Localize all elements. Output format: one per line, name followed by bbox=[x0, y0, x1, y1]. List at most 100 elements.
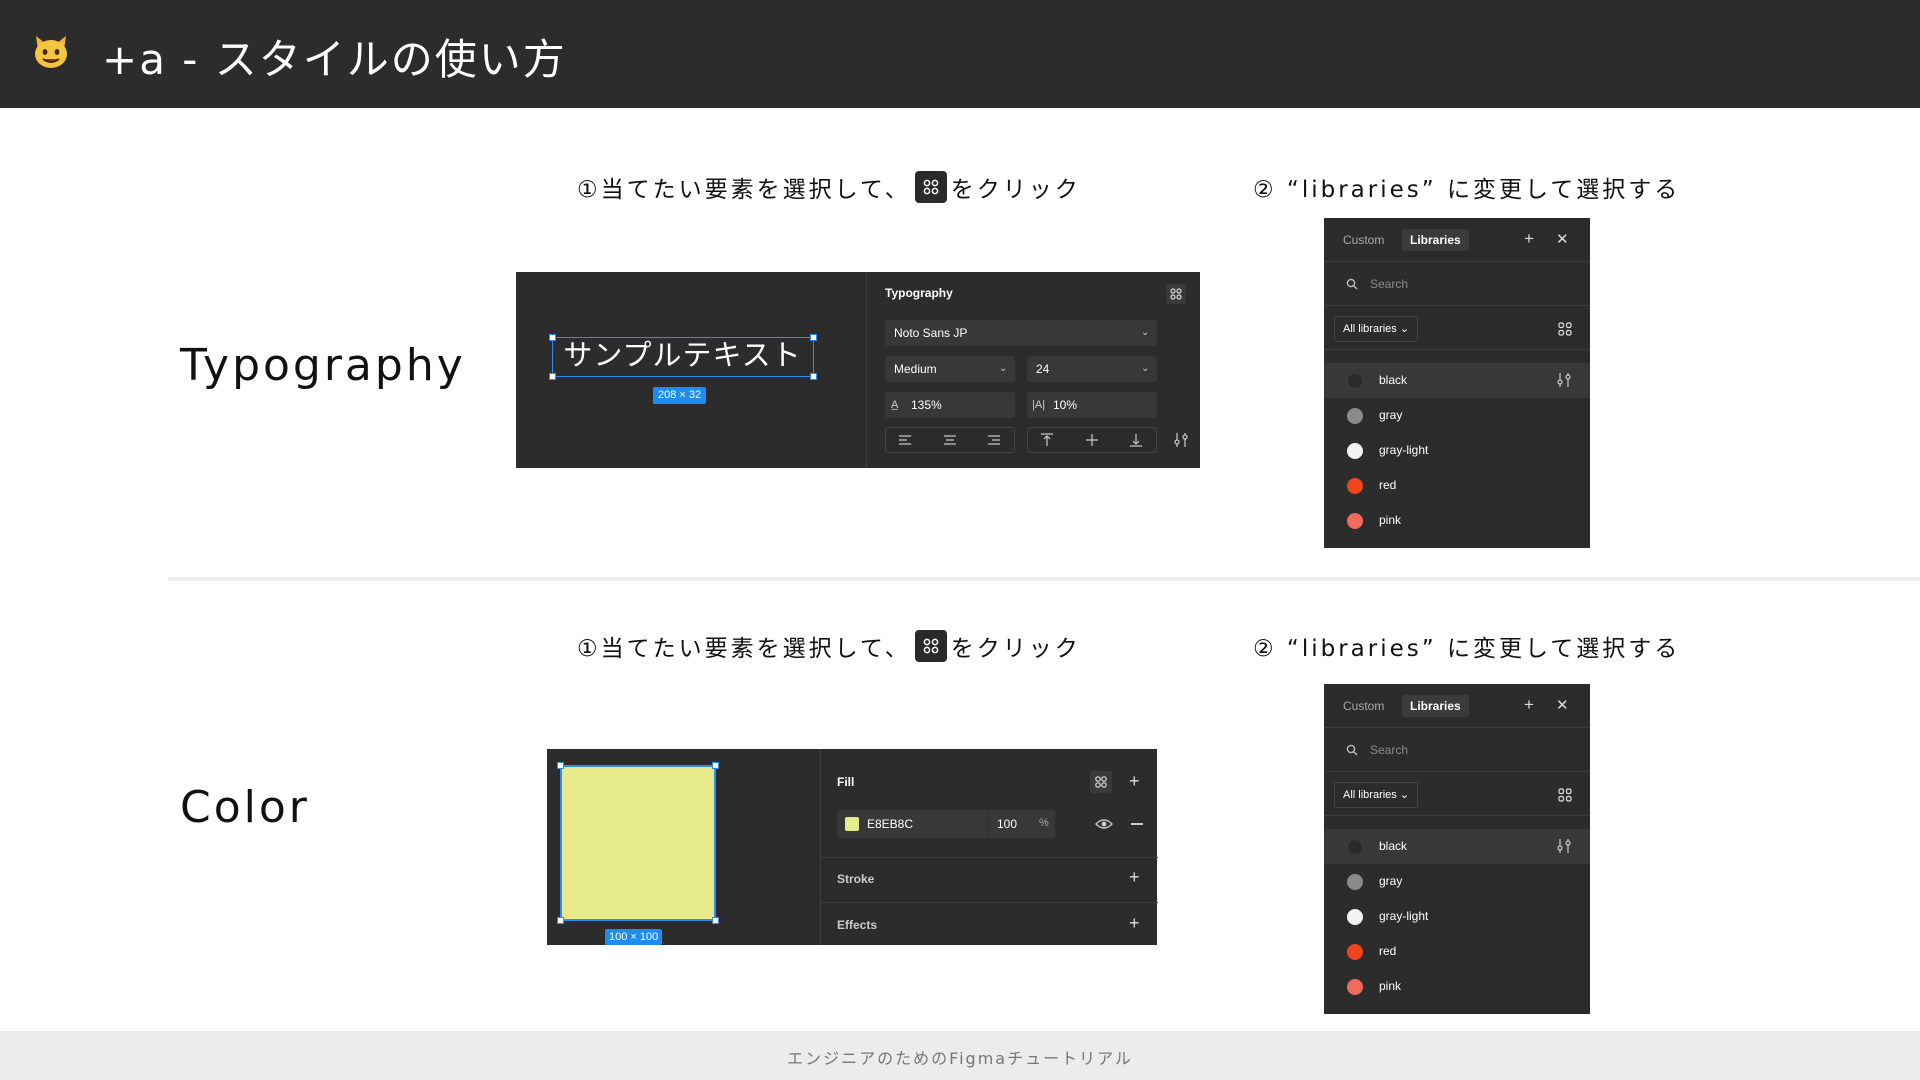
library-search[interactable]: Search bbox=[1324, 728, 1590, 772]
page-title: +a - スタイルの使い方 bbox=[102, 35, 567, 84]
style-item-red[interactable]: red bbox=[1324, 468, 1590, 503]
style-item-red[interactable]: red bbox=[1324, 934, 1590, 969]
style-item-gray[interactable]: gray bbox=[1324, 864, 1590, 899]
align-bottom-icon[interactable] bbox=[1129, 433, 1143, 447]
search-input[interactable]: Search bbox=[1370, 277, 1408, 291]
add-stroke-icon[interactable]: + bbox=[1129, 868, 1140, 886]
color-swatch bbox=[1347, 839, 1363, 855]
header-bar: +a - スタイルの使い方 bbox=[0, 0, 1920, 108]
adjust-style-icon[interactable] bbox=[1556, 372, 1572, 388]
fill-swatch[interactable] bbox=[845, 817, 859, 831]
search-icon bbox=[1346, 744, 1358, 756]
color-swatch bbox=[1347, 874, 1363, 890]
chevron-down-icon: ⌄ bbox=[1141, 363, 1150, 374]
section-label-color: Color bbox=[180, 782, 310, 833]
color-swatch bbox=[1347, 513, 1363, 529]
align-middle-icon[interactable] bbox=[1085, 433, 1099, 447]
style-name: pink bbox=[1379, 979, 1402, 993]
tab-custom[interactable]: Custom bbox=[1335, 695, 1392, 717]
type-settings-icon[interactable] bbox=[1173, 432, 1189, 448]
color-rectangle[interactable] bbox=[557, 762, 719, 924]
resize-handle[interactable] bbox=[549, 373, 556, 380]
style-name: gray bbox=[1379, 874, 1403, 888]
style-item-black[interactable]: black bbox=[1324, 363, 1590, 398]
resize-handle[interactable] bbox=[712, 762, 719, 769]
all-libraries-dropdown[interactable]: All libraries ⌄ bbox=[1334, 782, 1419, 808]
all-libraries-label: All libraries bbox=[1343, 323, 1397, 335]
color-swatch bbox=[1347, 478, 1363, 494]
libraries-panel: Custom Libraries + ✕ Search All librarie… bbox=[1324, 218, 1590, 548]
typography-heading: Typography bbox=[885, 286, 953, 300]
font-weight-select[interactable]: Medium ⌄ bbox=[885, 356, 1015, 382]
step-2-instruction: ② “libraries” に変更して選択する bbox=[1253, 177, 1681, 203]
add-effect-icon[interactable]: + bbox=[1129, 914, 1140, 932]
styles-grid-icon[interactable] bbox=[1090, 771, 1112, 793]
align-center-icon[interactable] bbox=[943, 434, 957, 446]
color-swatch bbox=[1347, 443, 1363, 459]
fill-heading: Fill bbox=[837, 775, 855, 789]
grid-view-icon[interactable] bbox=[1558, 322, 1572, 336]
fill-color-input[interactable]: E8EB8C 100 % bbox=[837, 810, 1055, 838]
resize-handle[interactable] bbox=[810, 373, 817, 380]
letter-spacing-icon: |A| bbox=[1032, 399, 1046, 411]
search-input[interactable]: Search bbox=[1370, 743, 1408, 757]
align-left-icon[interactable] bbox=[898, 434, 912, 446]
fill-properties-panel: Fill + E8EB8C 100 % Stroke + Effects + bbox=[820, 749, 1158, 945]
footer-text: エンジニアのためのFigmaチュートリアル bbox=[787, 1049, 1133, 1068]
line-height-input[interactable]: A̲ 135% bbox=[885, 392, 1015, 418]
tab-libraries[interactable]: Libraries bbox=[1402, 229, 1469, 251]
text-selection-box[interactable]: サンプルテキスト bbox=[549, 334, 817, 380]
tab-custom[interactable]: Custom bbox=[1335, 229, 1392, 251]
style-name: red bbox=[1379, 478, 1397, 492]
fill-opacity-value: 100 bbox=[997, 817, 1018, 831]
tab-bar: Custom Libraries + ✕ bbox=[1324, 684, 1590, 728]
resize-handle[interactable] bbox=[712, 917, 719, 924]
align-top-icon[interactable] bbox=[1040, 433, 1054, 447]
font-size-value: 24 bbox=[1036, 362, 1050, 376]
resize-handle[interactable] bbox=[557, 917, 564, 924]
style-name: red bbox=[1379, 944, 1397, 958]
font-weight-value: Medium bbox=[894, 362, 937, 376]
plus-icon[interactable]: + bbox=[1524, 230, 1534, 247]
divider bbox=[821, 902, 1158, 903]
style-item-gray-light[interactable]: gray-light bbox=[1324, 899, 1590, 934]
color-swatch bbox=[1347, 909, 1363, 925]
style-item-gray-light[interactable]: gray-light bbox=[1324, 433, 1590, 468]
grid-view-icon[interactable] bbox=[1558, 788, 1572, 802]
adjust-style-icon[interactable] bbox=[1556, 838, 1572, 854]
resize-handle[interactable] bbox=[557, 762, 564, 769]
library-search[interactable]: Search bbox=[1324, 262, 1590, 306]
font-family-select[interactable]: Noto Sans JP ⌄ bbox=[885, 320, 1157, 346]
tab-libraries[interactable]: Libraries bbox=[1402, 695, 1469, 717]
chevron-down-icon: ⌄ bbox=[1141, 327, 1150, 338]
slide: +a - スタイルの使い方 Typography ①当てたい要素を選択して、 を… bbox=[0, 0, 1920, 1080]
resize-handle[interactable] bbox=[549, 334, 556, 341]
plus-icon[interactable]: + bbox=[1524, 696, 1534, 713]
step-2-instruction: ② “libraries” に変更して選択する bbox=[1253, 636, 1681, 662]
letter-spacing-input[interactable]: |A| 10% bbox=[1027, 392, 1157, 418]
resize-handle[interactable] bbox=[810, 334, 817, 341]
align-right-icon[interactable] bbox=[987, 434, 1001, 446]
styles-grid-icon[interactable] bbox=[1166, 284, 1186, 304]
typography-properties-panel: Typography Noto Sans JP ⌄ Medium ⌄ 24 ⌄ … bbox=[866, 272, 1200, 468]
color-figma-screenshot: 100 × 100 Fill + E8EB8C 100 % Stroke + E… bbox=[547, 749, 1158, 945]
step-1-instruction: ①当てたい要素を選択して、 をクリック bbox=[577, 170, 1081, 204]
font-size-select[interactable]: 24 ⌄ bbox=[1027, 356, 1157, 382]
style-item-pink[interactable]: pink bbox=[1324, 969, 1590, 1004]
percent-sign: % bbox=[1039, 817, 1049, 829]
style-item-pink[interactable]: pink bbox=[1324, 503, 1590, 538]
chevron-down-icon: ⌄ bbox=[1399, 323, 1410, 335]
step-1-instruction: ①当てたい要素を選択して、 をクリック bbox=[577, 629, 1081, 663]
eye-icon[interactable] bbox=[1095, 817, 1113, 831]
color-swatch bbox=[1347, 373, 1363, 389]
search-icon bbox=[1346, 278, 1358, 290]
close-icon[interactable]: ✕ bbox=[1556, 698, 1569, 713]
section-label-typography: Typography bbox=[180, 340, 466, 391]
canvas-area: サンプルテキスト 208 × 32 bbox=[516, 272, 866, 468]
add-fill-icon[interactable]: + bbox=[1129, 772, 1140, 790]
style-item-gray[interactable]: gray bbox=[1324, 398, 1590, 433]
remove-fill-icon[interactable] bbox=[1131, 823, 1143, 825]
style-item-black[interactable]: black bbox=[1324, 829, 1590, 864]
all-libraries-dropdown[interactable]: All libraries ⌄ bbox=[1334, 316, 1419, 342]
close-icon[interactable]: ✕ bbox=[1556, 232, 1569, 247]
